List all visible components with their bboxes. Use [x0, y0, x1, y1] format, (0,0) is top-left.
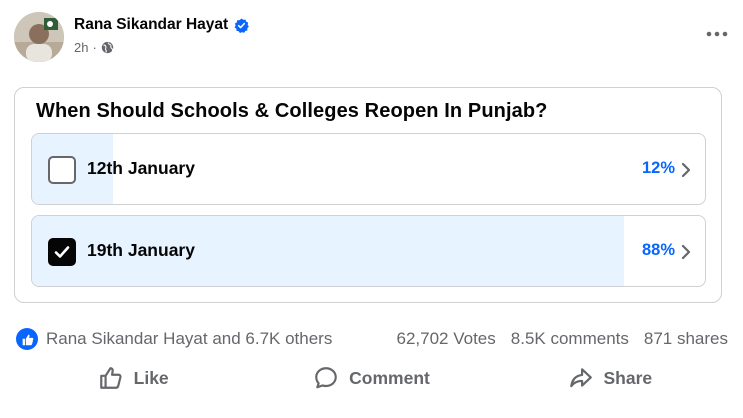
avatar-image	[14, 12, 64, 62]
more-options-button[interactable]	[699, 16, 735, 52]
share-label: Share	[603, 367, 653, 388]
meta-separator: ·	[92, 40, 97, 55]
votes-count[interactable]: 62,702 Votes	[397, 329, 496, 349]
comment-button[interactable]: Comment	[252, 360, 490, 396]
verified-badge-icon	[234, 17, 250, 33]
poll-option-label: 12th January	[87, 158, 195, 178]
globe-icon[interactable]	[101, 41, 114, 54]
poll-option-percent: 88%	[641, 241, 675, 259]
share-icon	[569, 368, 592, 388]
post-time[interactable]: 2h	[74, 40, 88, 55]
like-icon	[99, 367, 122, 389]
post-header: Rana Sikandar Hayat 2h ·	[14, 12, 729, 64]
poll-card: When Should Schools & Colleges Reopen In…	[14, 87, 722, 303]
like-label: Like	[133, 367, 169, 388]
avatar[interactable]	[14, 12, 64, 62]
thumbs-up-icon[interactable]	[16, 328, 38, 350]
poll-option-checkbox[interactable]	[48, 156, 76, 184]
poll-option-percent: 12%	[641, 159, 675, 177]
chevron-right-icon	[681, 244, 691, 260]
share-button[interactable]: Share	[491, 360, 729, 396]
author-name[interactable]: Rana Sikandar Hayat	[74, 16, 250, 34]
poll-option-19th-january[interactable]: 19th January 88%	[31, 215, 706, 287]
chevron-right-icon	[681, 162, 691, 178]
post-stats: Rana Sikandar Hayat and 6.7K others 62,7…	[16, 326, 728, 352]
poll-option-12th-january[interactable]: 12th January 12%	[31, 133, 706, 205]
post-actions: Like Comment Share	[14, 360, 729, 396]
author-name-text[interactable]: Rana Sikandar Hayat	[74, 16, 228, 34]
post-meta: 2h ·	[74, 40, 114, 55]
comments-count[interactable]: 8.5K comments	[511, 329, 629, 349]
poll-option-label: 19th January	[87, 240, 195, 260]
shares-count[interactable]: 871 shares	[644, 329, 728, 349]
checkmark-icon	[54, 246, 70, 258]
poll-question: When Should Schools & Colleges Reopen In…	[36, 100, 548, 122]
like-button[interactable]: Like	[14, 360, 252, 396]
comment-label: Comment	[349, 367, 430, 388]
comment-icon	[315, 367, 337, 389]
more-dots-icon	[706, 31, 728, 37]
reactors-text[interactable]: Rana Sikandar Hayat and 6.7K others	[46, 329, 332, 349]
poll-option-checkbox[interactable]	[48, 238, 76, 266]
